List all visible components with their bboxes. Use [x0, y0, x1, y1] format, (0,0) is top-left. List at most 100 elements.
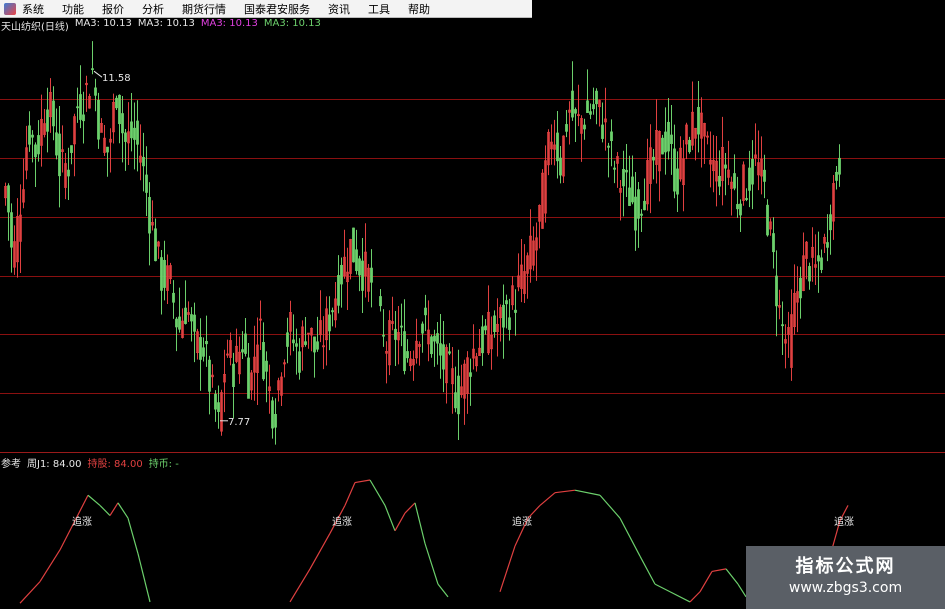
menu-item-5[interactable]: 国泰君安服务 — [244, 1, 310, 17]
candle — [226, 339, 229, 358]
indicator-segment — [19, 581, 41, 604]
candle — [424, 294, 427, 332]
menu-item-3[interactable]: 分析 — [142, 1, 164, 17]
candle — [547, 129, 550, 176]
indicator-segment — [689, 591, 701, 603]
candle — [100, 118, 103, 133]
indicator-name: 参考 — [1, 459, 21, 470]
stock-title: 天山纺织(日线) — [1, 22, 69, 33]
candle — [646, 138, 649, 211]
indicator-segment — [99, 504, 111, 516]
candle — [832, 175, 835, 240]
signal-label: 追涨 — [72, 515, 92, 528]
menu-item-2[interactable]: 报价 — [102, 1, 124, 17]
candle — [298, 338, 301, 380]
candle — [457, 349, 460, 440]
candle — [88, 93, 91, 109]
menu-item-1[interactable]: 功能 — [62, 1, 84, 17]
candle — [343, 229, 346, 279]
candle — [535, 222, 538, 281]
indicator-segment — [499, 545, 516, 592]
candle — [409, 351, 412, 372]
candle — [625, 143, 628, 198]
ma-value-1: MA3: 10.13 — [137, 18, 195, 29]
indicator-value-2: 持币: - — [148, 459, 179, 470]
candle — [256, 317, 259, 406]
candle — [718, 150, 721, 196]
candle — [640, 209, 643, 233]
candle — [778, 289, 781, 320]
candle — [370, 249, 373, 308]
menu-item-4[interactable]: 期货行情 — [182, 1, 226, 17]
menu-item-7[interactable]: 工具 — [368, 1, 390, 17]
candle — [592, 87, 595, 115]
candle — [607, 142, 610, 178]
app-icon — [4, 2, 16, 15]
candle — [49, 78, 52, 133]
candle — [748, 150, 751, 208]
candle — [229, 332, 232, 366]
candle — [253, 325, 256, 401]
candle — [361, 238, 364, 314]
candle — [412, 350, 415, 381]
candle — [313, 336, 316, 378]
candle — [766, 199, 769, 237]
candle — [367, 263, 370, 302]
candle — [529, 209, 532, 283]
candle — [679, 136, 682, 182]
candle — [280, 372, 283, 407]
candle — [658, 130, 661, 202]
signal-label: 追涨 — [512, 515, 532, 528]
candle — [709, 131, 712, 188]
candle — [265, 351, 268, 403]
candle — [160, 249, 163, 315]
indicator-value-1: 持股: 84.00 — [87, 459, 143, 470]
candle — [190, 307, 193, 342]
candle — [601, 102, 604, 143]
candle — [205, 315, 208, 367]
ma-value-3: MA3: 10.13 — [263, 18, 321, 29]
candle — [721, 116, 724, 206]
candle — [784, 324, 787, 369]
menu-item-0[interactable]: 系统 — [22, 1, 44, 17]
candle — [76, 87, 79, 123]
candle — [397, 306, 400, 365]
candle — [466, 351, 469, 414]
candle — [817, 231, 820, 293]
candle — [319, 290, 322, 343]
indicator-segment — [424, 543, 439, 585]
candle — [502, 284, 505, 359]
candle — [181, 308, 184, 339]
candle — [772, 217, 775, 269]
menu-item-8[interactable]: 帮助 — [408, 1, 430, 17]
candle — [664, 107, 667, 175]
candle — [520, 238, 523, 303]
candle — [112, 93, 115, 144]
candle — [667, 97, 670, 160]
indicator-info-bar: 参考 周J1: 84.00 持股: 84.00 持币: - — [0, 455, 179, 470]
candle — [538, 204, 541, 249]
candle — [352, 227, 355, 263]
candle — [793, 264, 796, 335]
candle — [733, 154, 736, 191]
candle — [808, 262, 811, 290]
candle — [613, 160, 616, 184]
candle — [133, 102, 136, 170]
candle — [838, 144, 841, 187]
candle — [682, 139, 685, 212]
candle — [472, 324, 475, 370]
indicator-segment — [669, 591, 691, 603]
indicator-segment — [289, 568, 311, 603]
candle — [790, 289, 793, 381]
candle — [631, 155, 634, 205]
menu-item-6[interactable]: 资讯 — [328, 1, 350, 17]
candle — [139, 124, 142, 181]
indicator-segment — [539, 492, 556, 506]
price-chart[interactable]: 11.58 7.77 — [0, 32, 945, 452]
indicator-segment — [127, 517, 139, 554]
candle — [64, 153, 67, 200]
price-annotation-low: 7.77 — [220, 417, 250, 428]
indicator-segment — [117, 502, 129, 519]
candle — [634, 171, 637, 251]
candle — [694, 127, 697, 161]
